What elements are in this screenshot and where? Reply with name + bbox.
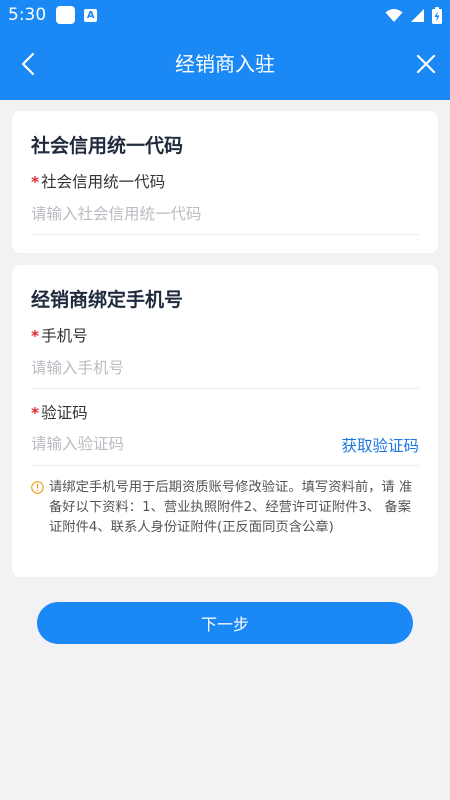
credit-code-section-title: 社会信用统一代码 — [31, 135, 184, 157]
code-label-text: 验证码 — [41, 404, 88, 422]
notice-text: 请绑定手机号用于后期资质账号修改验证。填写资料前，请 准备好以下资料：1、营业执… — [49, 480, 413, 535]
verification-code-input[interactable] — [31, 427, 311, 461]
phone-binding-section-title: 经销商绑定手机号 — [31, 289, 184, 311]
close-button[interactable] — [412, 50, 440, 78]
info-circle-icon — [31, 481, 44, 494]
credit-code-label-text: 社会信用统一代码 — [41, 173, 166, 191]
status-indicators — [385, 6, 442, 24]
phone-binding-card: 经销商绑定手机号 *手机号 *验证码 获取验证码 请绑定手机号用于后期资质账号修… — [12, 265, 438, 577]
page-title: 经销商入驻 — [175, 52, 275, 76]
required-mark: * — [31, 327, 40, 345]
credit-code-card: 社会信用统一代码 * 社会信用统一代码 — [12, 111, 438, 253]
notice: 请绑定手机号用于后期资质账号修改验证。填写资料前，请 准备好以下资料：1、营业执… — [31, 478, 421, 538]
a-notification-icon: A — [84, 8, 98, 22]
phone-label-text: 手机号 — [41, 327, 88, 345]
navigation-bar: 经销商入驻 — [0, 30, 450, 100]
phone-input[interactable] — [31, 351, 419, 385]
status-bar: 5:30 A — [0, 0, 450, 30]
phone-label: * 手机号 — [31, 324, 88, 346]
phone-divider — [31, 388, 419, 389]
required-mark: * — [31, 173, 40, 191]
required-mark: * — [31, 404, 40, 422]
battery-icon — [432, 6, 442, 24]
signal-icon — [411, 8, 424, 22]
next-step-button[interactable]: 下一步 — [37, 602, 413, 644]
code-label: * 验证码 — [31, 401, 88, 423]
status-time: 5:30 — [8, 5, 47, 25]
credit-code-input[interactable] — [31, 197, 419, 231]
credit-code-divider — [31, 234, 419, 235]
credit-code-label: * 社会信用统一代码 — [31, 170, 165, 192]
code-divider — [31, 465, 419, 466]
get-code-button[interactable]: 获取验证码 — [341, 434, 419, 456]
app-notification-icon — [56, 6, 76, 24]
close-icon — [416, 54, 436, 74]
wifi-icon — [385, 8, 403, 22]
